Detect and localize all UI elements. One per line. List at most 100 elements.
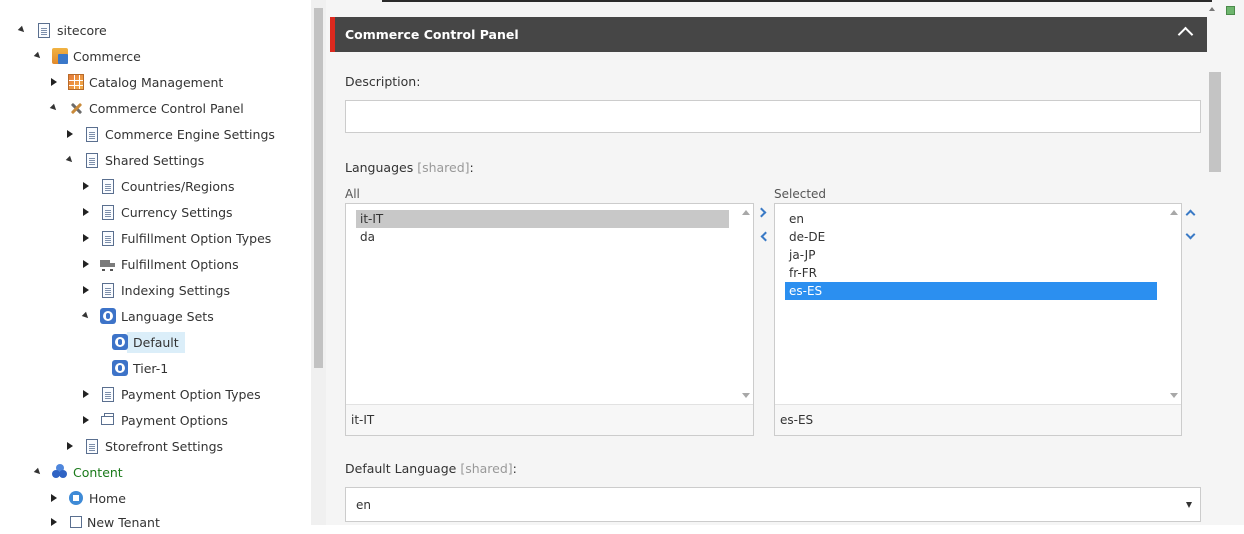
chevron-left-icon: [760, 231, 771, 242]
all-languages-listbox[interactable]: it-IT da it-IT: [345, 203, 754, 436]
list-option-ja-jp[interactable]: ja-JP: [785, 246, 1157, 264]
tenant-icon: [70, 516, 82, 528]
tree-item-label: Currency Settings: [121, 204, 233, 220]
tree-item-label: Storefront Settings: [105, 438, 224, 454]
shared-tag: [shared]: [460, 461, 513, 476]
tree-item-label: Indexing Settings: [121, 282, 230, 298]
list-option-es-es[interactable]: es-ES: [785, 282, 1157, 300]
description-input[interactable]: [345, 100, 1201, 133]
tree-item-label: Catalog Management: [89, 74, 224, 90]
scroll-up-icon[interactable]: [1170, 210, 1178, 215]
document-icon: [86, 152, 98, 168]
selected-languages-listbox[interactable]: en de-DE ja-JP fr-FR es-ES es-ES: [774, 203, 1182, 436]
collapsed-arrow-icon[interactable]: [64, 128, 76, 140]
move-down-button[interactable]: [1183, 229, 1199, 245]
default-language-label-text: Default Language: [345, 461, 457, 476]
tree-scrollbar[interactable]: [311, 0, 326, 525]
tree-item-indexing-settings[interactable]: Indexing Settings: [80, 278, 230, 302]
tree-item-commerce-control-panel[interactable]: Commerce Control Panel: [48, 96, 244, 120]
move-up-button[interactable]: [1183, 205, 1199, 221]
list-option-en[interactable]: en: [785, 210, 1157, 228]
editor-tab-underline: [382, 0, 1212, 2]
collapsed-arrow-icon[interactable]: [48, 516, 60, 528]
chevron-up-icon: [1185, 209, 1196, 220]
collapsed-arrow-icon[interactable]: [80, 284, 92, 296]
expand-arrow-icon[interactable]: [48, 102, 60, 114]
tree-item-fulfillment-options[interactable]: Fulfillment Options: [80, 252, 239, 276]
tree-item-language-sets[interactable]: Language Sets: [80, 304, 214, 328]
content-icon: [52, 464, 68, 480]
document-icon: [86, 126, 98, 142]
label-suffix: :: [469, 160, 474, 175]
tree-item-commerce[interactable]: Commerce: [32, 44, 141, 68]
editor-scrollbar[interactable]: [1208, 72, 1222, 172]
all-languages-options[interactable]: it-IT da: [346, 204, 739, 404]
collapsed-arrow-icon[interactable]: [64, 440, 76, 452]
tree-item-payment-options[interactable]: Payment Options: [80, 408, 228, 432]
tree-item-label: Language Sets: [121, 308, 214, 324]
tree-item-label: Shared Settings: [105, 152, 205, 168]
scroll-down-icon[interactable]: [1170, 393, 1178, 398]
scroll-up-icon[interactable]: [742, 210, 750, 215]
tree-item-storefront-settings[interactable]: Storefront Settings: [64, 434, 223, 458]
tree-item-label: Tier-1: [133, 360, 169, 376]
tree-item-shared-settings[interactable]: Shared Settings: [64, 148, 204, 172]
selected-languages-options[interactable]: en de-DE ja-JP fr-FR es-ES: [775, 204, 1167, 404]
list-option-fr-fr[interactable]: fr-FR: [785, 264, 1157, 282]
chevron-down-icon: [1185, 229, 1196, 240]
tree-item-home[interactable]: Home: [48, 486, 126, 510]
tree-item-sitecore[interactable]: sitecore: [16, 18, 107, 42]
selected-list-scrollbar[interactable]: [1167, 204, 1181, 404]
collapsed-arrow-icon[interactable]: [80, 206, 92, 218]
default-language-value: en: [356, 498, 371, 512]
expand-arrow-icon[interactable]: [16, 24, 28, 36]
globe-icon: [112, 360, 128, 376]
collapsed-arrow-icon[interactable]: [80, 388, 92, 400]
tree-item-commerce-engine-settings[interactable]: Commerce Engine Settings: [64, 122, 275, 146]
default-language-select[interactable]: en: [345, 487, 1201, 522]
catalog-grid-icon: [68, 74, 84, 90]
expand-arrow-icon[interactable]: [80, 310, 92, 322]
scroll-up-arrow-icon[interactable]: [1209, 7, 1215, 11]
tree-item-tier-1[interactable]: Tier-1: [112, 356, 168, 380]
content-tree: sitecore Commerce Catalog Management Com…: [0, 0, 311, 530]
collapsed-arrow-icon[interactable]: [80, 180, 92, 192]
shared-tag: [shared]: [417, 160, 470, 175]
document-icon: [102, 230, 114, 246]
collapsed-arrow-icon[interactable]: [80, 232, 92, 244]
scroll-down-icon[interactable]: [742, 393, 750, 398]
collapsed-arrow-icon[interactable]: [80, 258, 92, 270]
add-language-button[interactable]: [756, 205, 772, 221]
dropdown-caret-icon[interactable]: [1186, 502, 1192, 508]
list-option-de-de[interactable]: de-DE: [785, 228, 1157, 246]
tree-item-countries-regions[interactable]: Countries/Regions: [80, 174, 234, 198]
collapsed-arrow-icon[interactable]: [80, 414, 92, 426]
all-list-scrollbar[interactable]: [739, 204, 753, 404]
tree-item-label: Fulfillment Option Types: [121, 230, 272, 246]
expand-arrow-icon[interactable]: [32, 50, 44, 62]
tree-item-new-tenant[interactable]: New Tenant: [48, 510, 160, 534]
tree-item-currency-settings[interactable]: Currency Settings: [80, 200, 233, 224]
tree-item-fulfillment-option-types[interactable]: Fulfillment Option Types: [80, 226, 271, 250]
all-list-selected-value: it-IT: [346, 404, 753, 435]
section-header[interactable]: Commerce Control Panel: [330, 17, 1207, 52]
chevron-up-icon[interactable]: [1177, 26, 1194, 43]
remove-language-button[interactable]: [756, 229, 772, 245]
editor-scrollbar-thumb[interactable]: [1209, 72, 1221, 172]
collapsed-arrow-icon[interactable]: [48, 76, 60, 88]
tree-item-default[interactable]: Default: [112, 330, 185, 354]
document-icon: [102, 386, 114, 402]
list-option-da[interactable]: da: [356, 228, 729, 246]
tree-item-label: Default: [127, 331, 185, 353]
tree-item-content[interactable]: Content: [32, 460, 123, 484]
expand-arrow-icon[interactable]: [64, 154, 76, 166]
tree-item-payment-option-types[interactable]: Payment Option Types: [80, 382, 261, 406]
expand-arrow-icon[interactable]: [32, 466, 44, 478]
tree-item-label: Fulfillment Options: [121, 256, 239, 272]
selected-list-selected-value: es-ES: [775, 404, 1181, 435]
tree-item-catalog-management[interactable]: Catalog Management: [48, 70, 223, 94]
tools-icon: [68, 100, 84, 116]
tree-scrollbar-thumb[interactable]: [314, 8, 323, 368]
collapsed-arrow-icon[interactable]: [48, 492, 60, 504]
list-option-it-it[interactable]: it-IT: [356, 210, 729, 228]
